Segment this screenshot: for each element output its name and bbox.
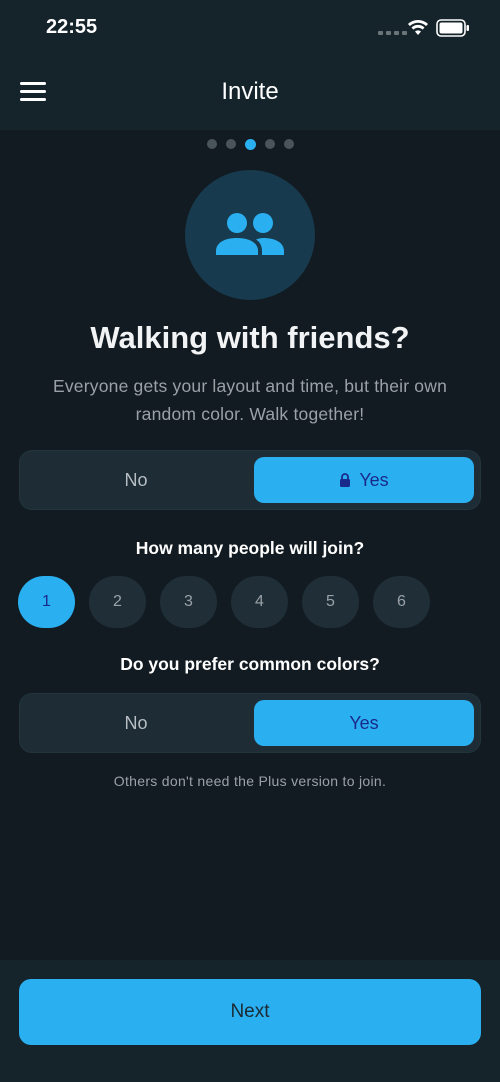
people-question: How many people will join? [135, 538, 365, 558]
people-group-icon [216, 213, 284, 255]
people-count-option[interactable]: 2 [89, 576, 146, 628]
hero-avatar [185, 170, 315, 300]
colors-yes-option[interactable]: Yes [254, 700, 474, 746]
page-dot-active [244, 138, 256, 150]
colors-toggle: No Yes [19, 693, 481, 753]
battery-icon [436, 19, 469, 37]
plus-version-note: Others don't need the Plus version to jo… [113, 773, 387, 789]
walking-no-label: No [124, 469, 148, 490]
people-count-option[interactable]: 1 [18, 576, 75, 628]
page-dot [264, 139, 275, 149]
people-count-option[interactable]: 4 [231, 576, 288, 628]
walking-toggle: No Yes [19, 450, 481, 510]
next-button-label: Next [230, 1001, 270, 1022]
people-count-selector: 1 2 3 4 5 6 [18, 576, 430, 628]
colors-no-option[interactable]: No [26, 700, 246, 746]
cellular-signal-icon [378, 31, 407, 35]
walking-yes-label: Yes [359, 469, 389, 490]
status-time: 22:55 [46, 16, 98, 38]
page-dot [283, 139, 294, 149]
people-count-option[interactable]: 5 [302, 576, 359, 628]
walking-yes-option[interactable]: Yes [254, 457, 474, 503]
lock-icon [339, 473, 351, 487]
hero-subtitle: Everyone gets your layout and time, but … [52, 376, 448, 424]
walking-no-option[interactable]: No [26, 457, 246, 503]
top-nav-bar: Invite [0, 60, 500, 130]
people-count-option[interactable]: 3 [160, 576, 217, 628]
page-dot [206, 139, 217, 149]
colors-yes-label: Yes [349, 712, 379, 733]
page-indicator [0, 138, 500, 150]
colors-question: Do you prefer common colors? [120, 654, 380, 674]
colors-no-label: No [124, 712, 148, 733]
wifi-icon [408, 20, 428, 35]
status-bar: 22:55 [0, 0, 500, 60]
page-title: Invite [221, 78, 279, 105]
hero-title: Walking with friends? [90, 320, 410, 355]
people-count-option[interactable]: 6 [373, 576, 430, 628]
page-dot [225, 139, 236, 149]
next-button[interactable]: Next [19, 979, 481, 1045]
